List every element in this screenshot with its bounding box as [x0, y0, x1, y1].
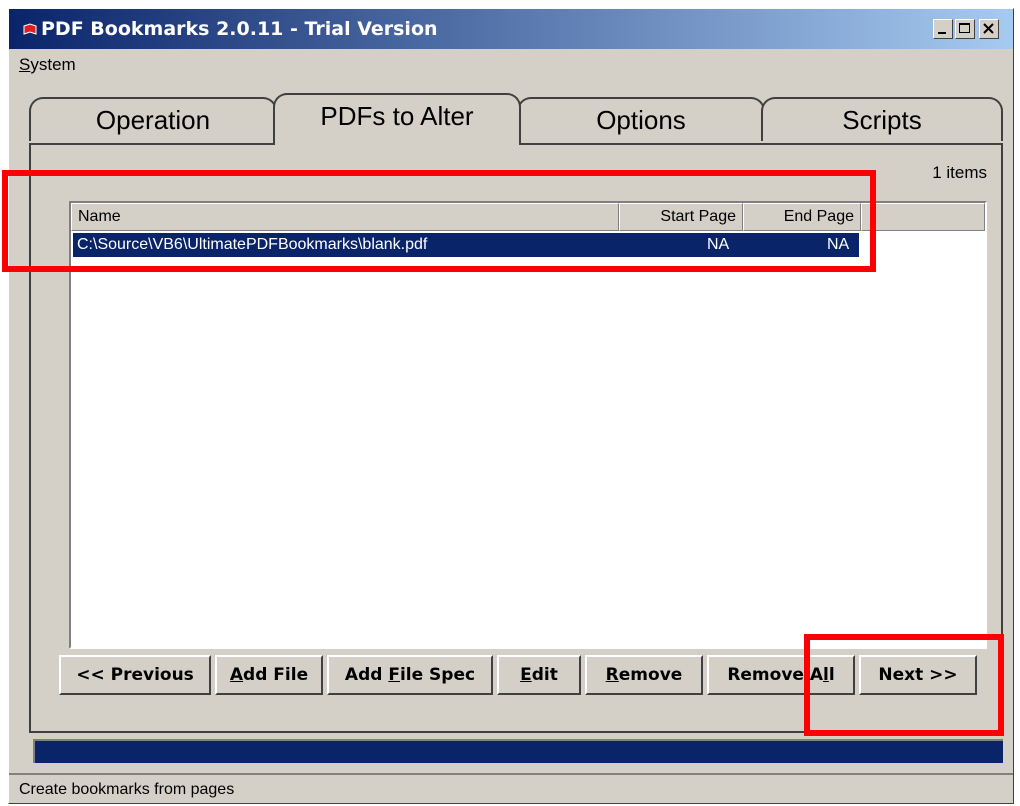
menu-system-accel: S	[19, 55, 31, 74]
book-icon	[23, 23, 37, 35]
tab-operation-label: Operation	[95, 105, 211, 135]
tab-options-label: Options	[596, 105, 686, 135]
highlight-box-next	[804, 634, 1004, 736]
minimize-button[interactable]	[933, 19, 953, 39]
add-file-button[interactable]: Add File	[215, 655, 323, 695]
maximize-icon	[959, 23, 970, 33]
add-file-spec-button[interactable]: Add File Spec	[327, 655, 493, 695]
edit-rest: dit	[531, 665, 558, 685]
close-button[interactable]	[979, 19, 999, 39]
menu-system[interactable]: System	[19, 55, 76, 75]
previous-button-label: << Previous	[76, 665, 194, 685]
tab-scripts[interactable]: Scripts	[761, 97, 1003, 141]
tab-pdfs-to-alter-label: PDFs to Alter	[320, 101, 474, 131]
add-file-rest: dd File	[243, 665, 309, 685]
tab-operation[interactable]: Operation	[29, 97, 277, 141]
title-bar[interactable]: PDF Bookmarks 2.0.11 - Trial Version	[9, 9, 1013, 49]
progress-bar	[33, 739, 1003, 763]
edit-accel: E	[520, 665, 532, 685]
close-icon	[983, 23, 994, 34]
tab-pdfs-to-alter[interactable]: PDFs to Alter	[273, 93, 521, 145]
add-spec-rest: ile Spec	[399, 665, 476, 685]
add-file-accel: A	[229, 665, 244, 685]
column-header-filler	[861, 203, 985, 231]
add-spec-accel: F	[388, 665, 400, 685]
remove-accel: R	[605, 665, 619, 685]
menu-system-rest: ystem	[30, 55, 76, 74]
window-title: PDF Bookmarks 2.0.11 - Trial Version	[41, 18, 438, 40]
tab-options[interactable]: Options	[517, 97, 765, 141]
item-count: 1 items	[932, 163, 987, 182]
status-bar: Create bookmarks from pages	[9, 773, 1013, 805]
previous-button[interactable]: << Previous	[59, 655, 211, 695]
maximize-button[interactable]	[955, 19, 975, 39]
minimize-icon	[938, 32, 946, 34]
remove-rest: emove	[618, 665, 683, 685]
tab-scripts-label: Scripts	[842, 105, 922, 135]
edit-button[interactable]: Edit	[497, 655, 581, 695]
add-spec-pre: Add	[344, 665, 389, 685]
highlight-box-list-row	[2, 170, 876, 272]
menu-bar: System	[9, 51, 1013, 81]
status-text: Create bookmarks from pages	[19, 781, 235, 798]
remove-button[interactable]: Remove	[585, 655, 703, 695]
